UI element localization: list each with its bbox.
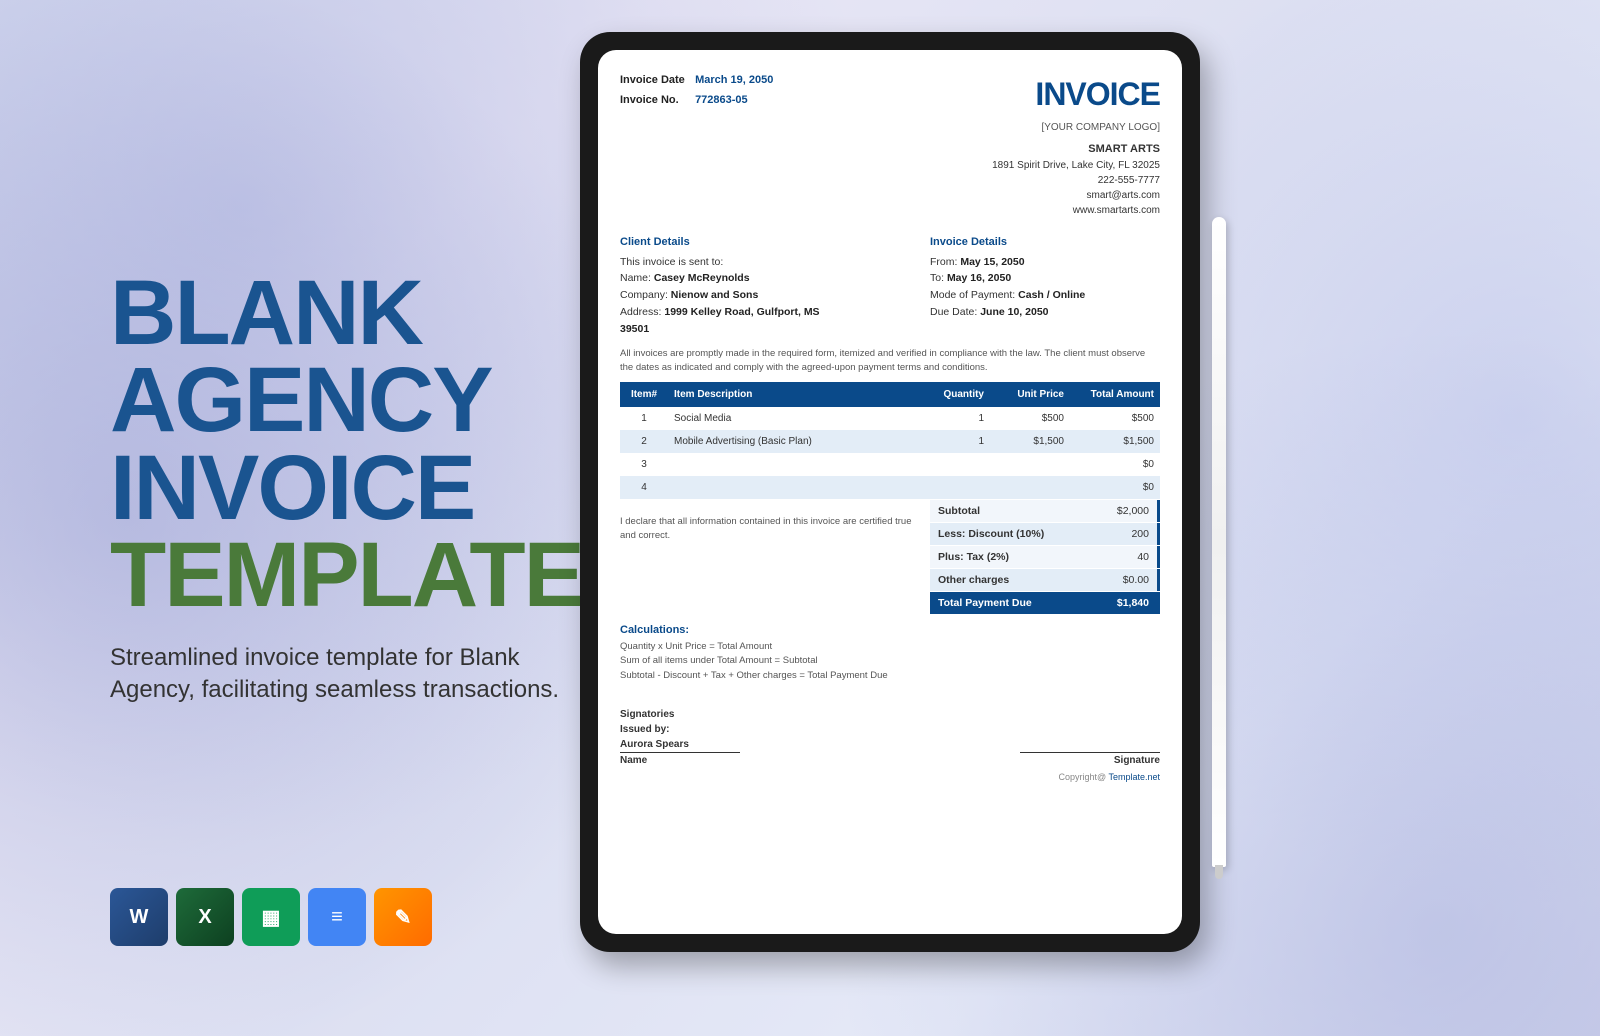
other-label: Other charges — [938, 574, 1009, 586]
mode-value: Cash / Online — [1018, 289, 1085, 301]
docs-icon: ≡ — [308, 888, 366, 946]
tax-label: Plus: Tax (2%) — [938, 551, 1009, 563]
calc-line-1: Quantity x Unit Price = Total Amount — [620, 640, 1160, 654]
signature-label: Signature — [1114, 755, 1160, 766]
invoice-no-label: Invoice No. — [620, 94, 692, 106]
title-line-2: AGENCY — [110, 357, 570, 444]
final-value: $1,840 — [1117, 597, 1149, 609]
pages-icon: ✎ — [374, 888, 432, 946]
invoice-date-label: Invoice Date — [620, 74, 692, 86]
from-value: May 15, 2050 — [960, 256, 1024, 268]
invoice-header: Invoice Date March 19, 2050 Invoice No. … — [620, 70, 1160, 218]
table-row: 1 Social Media 1 $500 $500 — [620, 407, 1160, 430]
title-line-1: BLANK — [110, 270, 570, 357]
name-label: Name — [620, 755, 647, 766]
th-qty: Quantity — [920, 382, 990, 407]
other-value: $0.00 — [1123, 574, 1149, 586]
copyright-link[interactable]: Template.net — [1108, 772, 1160, 782]
discount-label: Less: Discount (10%) — [938, 528, 1044, 540]
client-company-label: Company: — [620, 289, 668, 301]
excel-icon: X — [176, 888, 234, 946]
company-address: 1891 Spirit Drive, Lake City, FL 32025 — [992, 158, 1160, 173]
table-row: 2 Mobile Advertising (Basic Plan) 1 $1,5… — [620, 430, 1160, 453]
due-value: June 10, 2050 — [980, 306, 1048, 318]
tax-value: 40 — [1137, 551, 1149, 563]
calc-line-3: Subtotal - Discount + Tax + Other charge… — [620, 669, 1160, 683]
company-phone: 222-555-7777 — [992, 173, 1160, 188]
company-name: SMART ARTS — [992, 141, 1160, 158]
th-item: Item# — [620, 382, 668, 407]
to-label: To: — [930, 272, 944, 284]
issued-by-label: Issued by: — [620, 724, 740, 735]
mode-label: Mode of Payment: — [930, 289, 1015, 301]
to-value: May 16, 2050 — [947, 272, 1011, 284]
title-panel: BLANK AGENCY INVOICE TEMPLATE Streamline… — [110, 270, 570, 706]
subtitle: Streamlined invoice template for Blank A… — [110, 642, 570, 707]
company-logo-placeholder: [YOUR COMPANY LOGO] — [992, 120, 1160, 135]
signature-line — [1020, 739, 1160, 753]
invoice-no-value: 772863-05 — [695, 94, 748, 106]
due-label: Due Date: — [930, 306, 977, 318]
subtotal-value: $2,000 — [1117, 505, 1149, 517]
stylus — [1212, 217, 1226, 867]
client-sent-to: This invoice is sent to: — [620, 254, 850, 271]
invoice-details-heading: Invoice Details — [930, 236, 1160, 248]
declaration: I declare that all information contained… — [620, 499, 930, 614]
table-row: 3 $0 — [620, 453, 1160, 476]
signatory-name: Aurora Spears — [620, 739, 740, 753]
invoice-title: INVOICE — [992, 70, 1160, 118]
copyright: Copyright@ Template.net — [620, 772, 1160, 782]
totals-box: Subtotal $2,000 Less: Discount (10%) 200 P… — [930, 499, 1160, 614]
client-company-value: Nienow and Sons — [671, 289, 759, 301]
client-name-label: Name: — [620, 272, 651, 284]
from-label: From: — [930, 256, 957, 268]
th-desc: Item Description — [668, 382, 920, 407]
tablet-frame: Invoice Date March 19, 2050 Invoice No. … — [580, 32, 1200, 952]
sheets-icon: ▦ — [242, 888, 300, 946]
app-icons-row: W X ▦ ≡ ✎ — [110, 888, 432, 946]
subtotal-label: Subtotal — [938, 505, 980, 517]
discount-value: 200 — [1131, 528, 1149, 540]
company-email: smart@arts.com — [992, 188, 1160, 203]
th-total: Total Amount — [1070, 382, 1160, 407]
calculations-heading: Calculations: — [620, 624, 1160, 636]
company-website: www.smartarts.com — [992, 203, 1160, 218]
invoice-date-value: March 19, 2050 — [695, 74, 773, 86]
word-icon: W — [110, 888, 168, 946]
signatories-heading: Signatories — [620, 709, 740, 720]
items-table: Item# Item Description Quantity Unit Pri… — [620, 382, 1160, 499]
compliance-note: All invoices are promptly made in the re… — [620, 347, 1160, 374]
title-line-4: TEMPLATE — [110, 532, 570, 619]
invoice-document: Invoice Date March 19, 2050 Invoice No. … — [598, 50, 1182, 934]
calc-line-2: Sum of all items under Total Amount = Su… — [620, 654, 1160, 668]
client-details-heading: Client Details — [620, 236, 850, 248]
th-price: Unit Price — [990, 382, 1070, 407]
final-label: Total Payment Due — [938, 597, 1032, 609]
client-address-label: Address: — [620, 306, 661, 318]
title-line-3: INVOICE — [110, 445, 570, 532]
client-name-value: Casey McReynolds — [654, 272, 750, 284]
table-row: 4 $0 — [620, 476, 1160, 499]
